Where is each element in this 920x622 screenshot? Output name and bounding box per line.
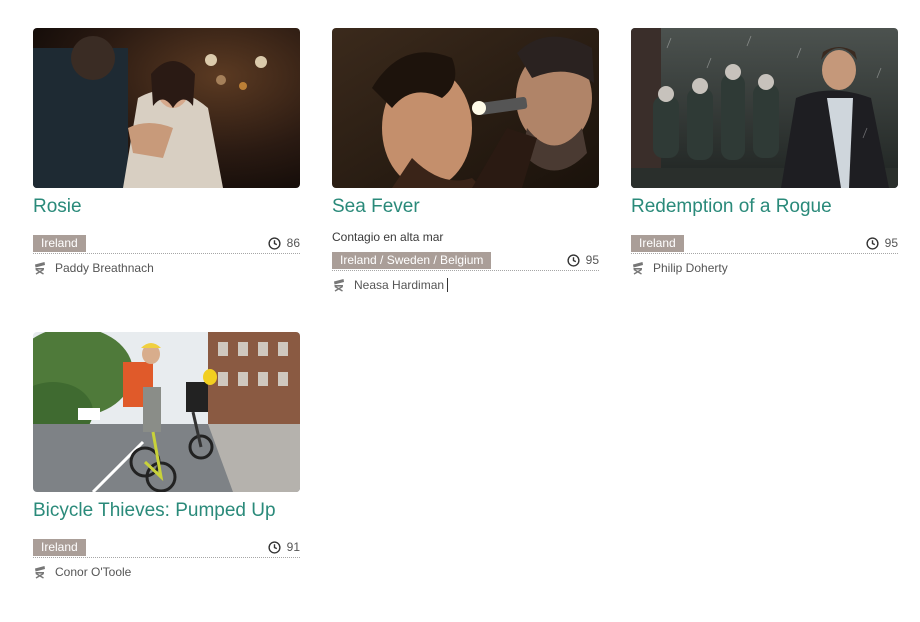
film-director: Philip Doherty: [631, 260, 898, 276]
clock-icon: [567, 253, 580, 267]
director-name[interactable]: Philip Doherty: [653, 261, 728, 275]
film-title[interactable]: Sea Fever: [332, 195, 599, 219]
sea-fever-still-image: [332, 28, 599, 188]
clock-icon: [866, 236, 879, 250]
rosie-still-image: [33, 28, 300, 188]
runtime-value: 95: [585, 253, 599, 267]
text-cursor: [447, 278, 449, 292]
director-chair-icon: [35, 262, 45, 275]
director-chair-icon: [35, 566, 45, 579]
film-director: Paddy Breathnach: [33, 260, 300, 276]
director-chair-icon: [332, 0, 346, 4]
film-title[interactable]: Rosie: [33, 195, 300, 219]
country-badge: Ireland: [33, 235, 86, 252]
director-name[interactable]: Paddy Breathnach: [55, 261, 154, 275]
film-meta: Ireland / Sweden / Belgium 95: [332, 251, 599, 271]
film-director: Conor O'Toole: [33, 564, 300, 580]
film-thumbnail[interactable]: [33, 332, 300, 492]
film-card[interactable]: Sea Fever Contagio en alta mar Ireland /…: [332, 28, 599, 293]
runtime: 86: [268, 236, 300, 250]
runtime-value: 91: [286, 540, 300, 554]
country-badge: Ireland / Sweden / Belgium: [332, 252, 492, 269]
film-director: Neasa Hardiman: [332, 277, 599, 293]
country-badge: Ireland: [631, 235, 684, 252]
film-thumbnail[interactable]: [332, 28, 599, 188]
film-meta: Ireland 91: [33, 538, 300, 558]
film-meta: Ireland 86: [33, 234, 300, 254]
runtime: 95: [866, 236, 898, 250]
director-chair-icon: [334, 279, 344, 292]
director-chair-icon: [633, 262, 643, 275]
film-title[interactable]: Redemption of a Rogue: [631, 195, 898, 219]
director-name[interactable]: Neasa Hardiman: [354, 278, 444, 292]
clock-icon: [268, 540, 281, 554]
film-subtitle: Contagio en alta mar: [332, 230, 444, 244]
film-card[interactable]: Redemption of a Rogue Ireland 95 Philip …: [631, 28, 898, 276]
film-card[interactable]: Rosie Ireland 86 Paddy Breathnach: [33, 28, 300, 276]
runtime: 95: [567, 253, 599, 267]
director-name[interactable]: Conor O'Toole: [55, 565, 131, 579]
previous-card-director-stub: [332, 0, 442, 4]
film-meta: Ireland 95: [631, 234, 898, 254]
bicycle-thieves-still-image: [33, 332, 300, 492]
country-badge: Ireland: [33, 539, 86, 556]
runtime: 91: [268, 540, 300, 554]
film-title[interactable]: Bicycle Thieves: Pumped Up: [33, 499, 300, 523]
film-thumbnail[interactable]: [33, 28, 300, 188]
runtime-value: 95: [884, 236, 898, 250]
film-thumbnail[interactable]: [631, 28, 898, 188]
runtime-value: 86: [286, 236, 300, 250]
clock-icon: [268, 236, 281, 250]
redemption-of-a-rogue-still-image: [631, 28, 898, 188]
film-card[interactable]: Bicycle Thieves: Pumped Up Ireland 91 Co…: [33, 332, 300, 580]
